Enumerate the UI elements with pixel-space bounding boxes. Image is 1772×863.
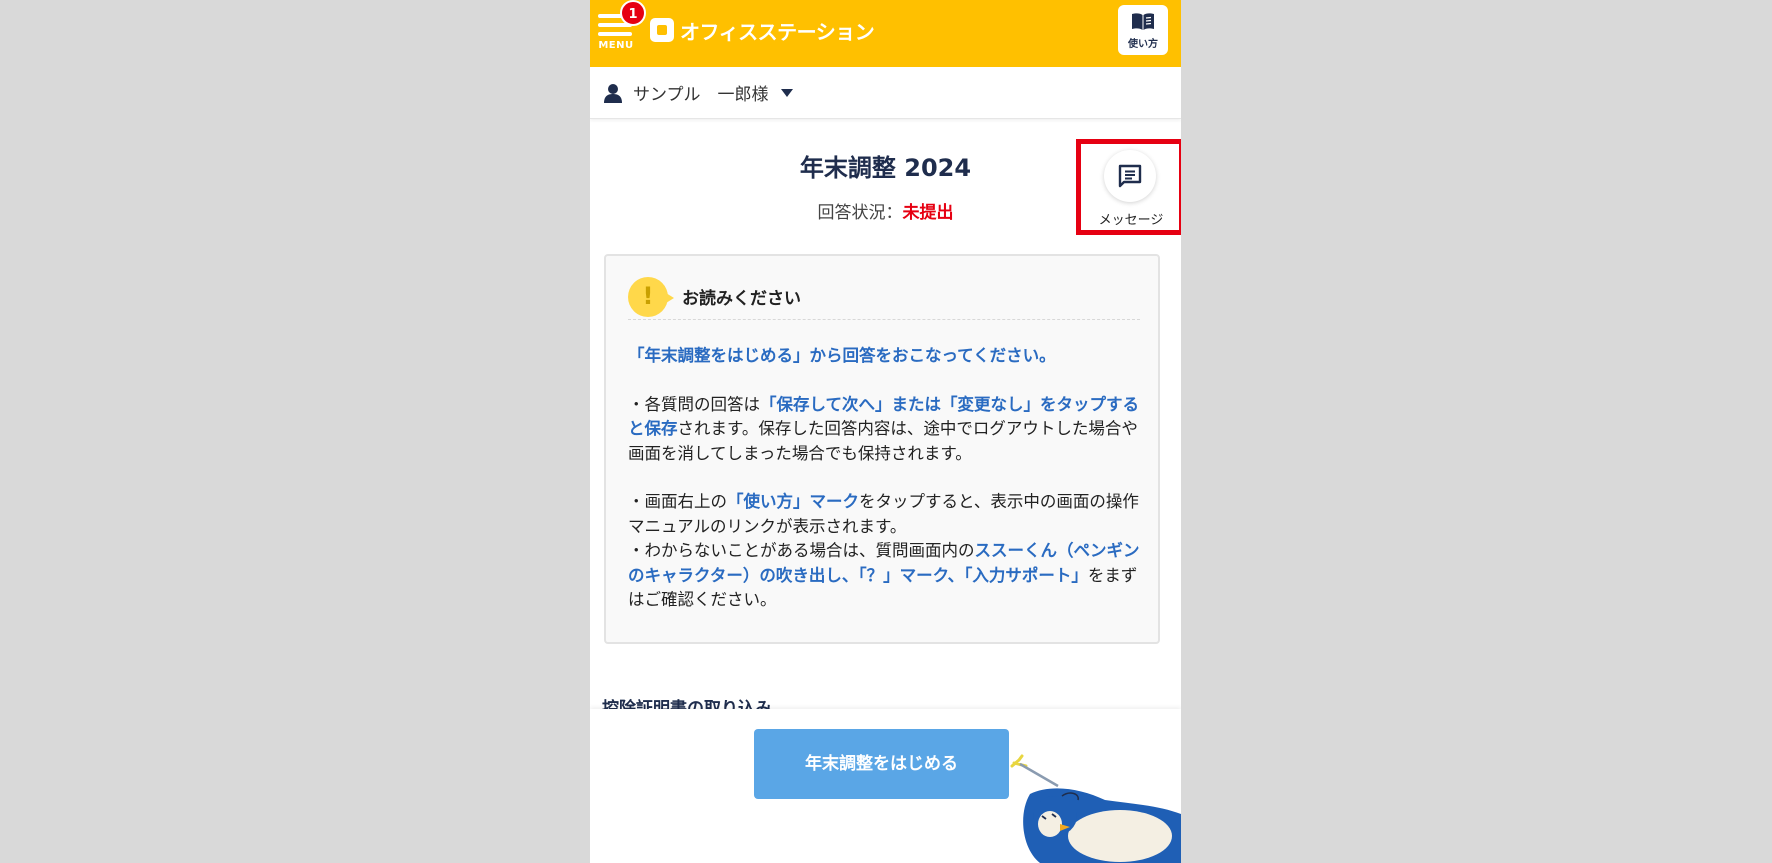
- message-icon-circle: [1104, 150, 1156, 202]
- penguin-mascot: [1010, 754, 1181, 863]
- app-logo: オフィスステーション: [650, 17, 875, 44]
- notice-paragraph-howto: ・画面右上の「使い方」マークをタップすると、表示中の画面の操作マニュアルのリンク…: [628, 490, 1144, 539]
- app-header: MENU 1 オフィスステーション 使い方: [590, 0, 1181, 67]
- bottom-action-bar: 年末調整をはじめる: [590, 709, 1181, 863]
- user-name: サンプル 一郎様: [633, 85, 769, 105]
- text-highlight: 「使い方」マーク: [727, 492, 859, 511]
- logo-mark-icon: [650, 18, 674, 42]
- user-selector[interactable]: サンプル 一郎様: [590, 67, 1181, 119]
- howto-button[interactable]: 使い方: [1118, 5, 1168, 55]
- exclamation-icon: !: [628, 276, 674, 317]
- notice-body: 「年末調整をはじめる」から回答をおこなってください。 ・各質問の回答は「保存して…: [628, 344, 1144, 613]
- howto-label: 使い方: [1128, 39, 1158, 50]
- message-highlight-box: メッセージ: [1076, 139, 1181, 235]
- text-segment: ・わからないことがある場合は、質問画面内の: [628, 541, 975, 560]
- caret-down-icon: [780, 88, 793, 97]
- notice-title: お読みください: [682, 289, 801, 309]
- app-viewport: MENU 1 オフィスステーション 使い方 サンプル 一郎様 年末調整 2024…: [590, 0, 1181, 863]
- text-segment: ・各質問の回答は: [628, 394, 760, 414]
- message-button[interactable]: メッセージ: [1093, 148, 1169, 228]
- start-year-end-adjustment-button[interactable]: 年末調整をはじめる: [754, 729, 1009, 799]
- message-label: メッセージ: [1098, 213, 1164, 228]
- notice-lead: 「年末調整をはじめる」から回答をおこなってください。: [628, 346, 1056, 365]
- status-badge: 未提出: [902, 203, 954, 223]
- notification-badge: 1: [620, 0, 646, 26]
- notice-paragraph-save: ・各質問の回答は「保存して次へ」または「変更なし」をタップすると保存されます。保…: [628, 393, 1144, 467]
- status-label: 回答状況：: [817, 203, 903, 223]
- chat-icon: [1118, 164, 1142, 188]
- menu-label: MENU: [598, 40, 634, 51]
- exclamation-mark: !: [642, 281, 654, 310]
- text-segment: されます。保存した回答内容は、途中でログアウトした場合や画面を消してしまった場合…: [628, 419, 1138, 463]
- person-icon: [604, 83, 622, 103]
- logo-text: オフィスステーション: [680, 19, 875, 44]
- book-icon: [1132, 13, 1154, 30]
- text-segment: ・画面右上の: [628, 492, 727, 511]
- notice-paragraph-help: ・わからないことがある場合は、質問画面内のススーくん（ペンギンのキャラクター）の…: [628, 539, 1144, 613]
- hamburger-icon-bar: [598, 32, 632, 36]
- notice-header: ! お読みください: [628, 274, 1140, 320]
- notice-box: ! お読みください 「年末調整をはじめる」から回答をおこなってください。 ・各質…: [604, 254, 1160, 644]
- menu-button[interactable]: MENU 1: [596, 0, 646, 54]
